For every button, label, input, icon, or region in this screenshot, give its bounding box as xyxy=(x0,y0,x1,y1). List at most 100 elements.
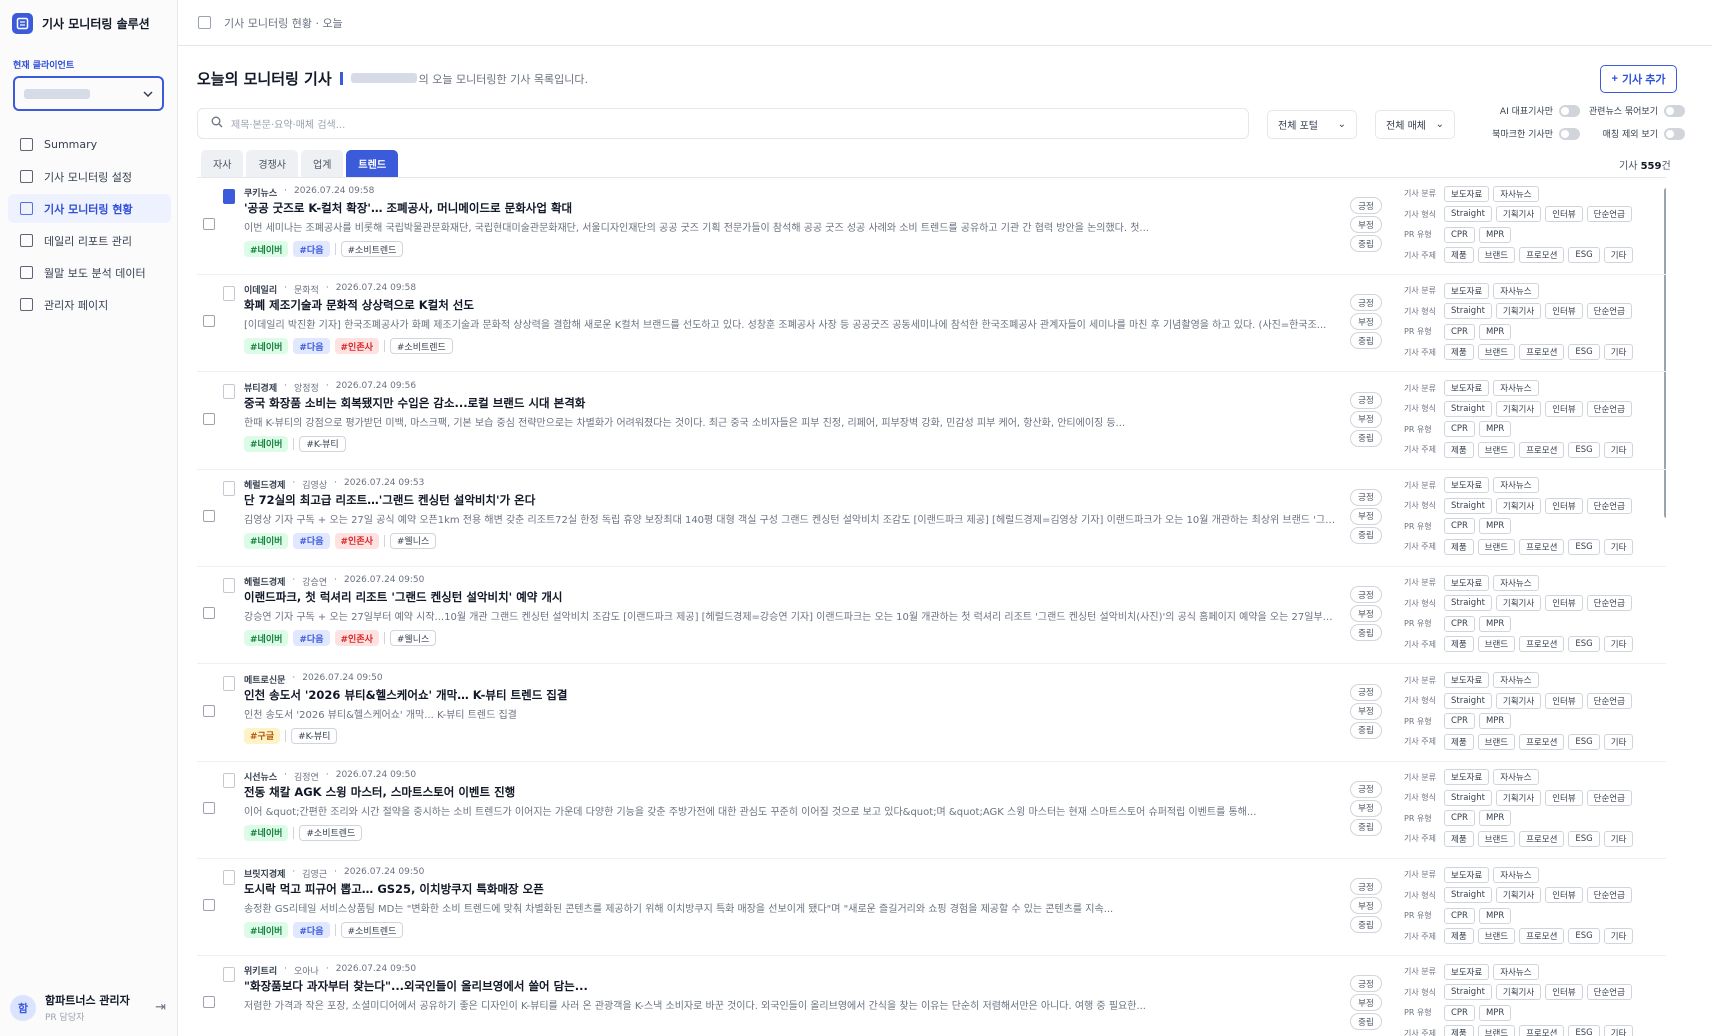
classification-chip[interactable]: 제품 xyxy=(1444,733,1474,750)
toggle-3[interactable]: 매칭 제외 보기 xyxy=(1585,127,1685,140)
classification-chip[interactable]: 인터뷰 xyxy=(1545,595,1583,612)
sentiment-0-button[interactable]: 긍정 xyxy=(1350,683,1382,701)
classification-chip[interactable]: MPR xyxy=(1478,518,1512,535)
classification-chip[interactable]: 기획기사 xyxy=(1495,789,1542,806)
article-title[interactable]: 중국 화장품 소비는 회복됐지만 수입은 감소...로컬 브랜드 시대 본격화 xyxy=(244,395,1314,411)
classification-chip[interactable]: 단순언급 xyxy=(1586,400,1632,417)
article-checkbox[interactable] xyxy=(203,509,215,522)
classification-chip[interactable]: 기획기사 xyxy=(1495,887,1542,904)
sentiment-1-button[interactable]: 부정 xyxy=(1350,216,1382,233)
bookmark-icon[interactable] xyxy=(223,480,235,496)
article-title[interactable]: '공공 굿즈로 K-컬처 확장'… 조폐공사, 머니메이드로 문화사업 확대 xyxy=(244,200,1314,216)
tab-2[interactable]: 업계 xyxy=(301,150,344,177)
classification-chip[interactable]: 인터뷰 xyxy=(1545,887,1583,904)
classification-chip[interactable]: Straight xyxy=(1444,303,1492,320)
sentiment-0-button[interactable]: 긍정 xyxy=(1350,197,1382,214)
classification-chip[interactable]: Straight xyxy=(1444,692,1492,709)
classification-chip[interactable]: CPR xyxy=(1444,421,1475,438)
classification-chip[interactable]: 자사뉴스 xyxy=(1493,574,1539,591)
classification-chip[interactable]: CPR xyxy=(1444,323,1475,340)
classification-chip[interactable]: 기타 xyxy=(1603,830,1634,847)
classification-chip[interactable]: 자사뉴스 xyxy=(1493,672,1539,688)
classification-chip[interactable]: 제품 xyxy=(1444,636,1474,653)
article-title[interactable]: 화폐 제조기술과 문화적 상상력으로 K컬처 선도 xyxy=(244,297,1314,313)
classification-chip[interactable]: 브랜드 xyxy=(1477,1025,1516,1036)
classification-chip[interactable]: 자사뉴스 xyxy=(1493,380,1539,397)
sidebar-item-5[interactable]: 관리자 페이지 xyxy=(8,290,171,319)
article-checkbox[interactable] xyxy=(203,412,215,425)
classification-chip[interactable]: MPR xyxy=(1478,226,1512,243)
classification-chip[interactable]: 자사뉴스 xyxy=(1493,477,1539,494)
logout-icon[interactable]: ⇥ xyxy=(155,1000,166,1015)
classification-chip[interactable]: 기획기사 xyxy=(1495,692,1542,709)
classification-chip[interactable]: 브랜드 xyxy=(1477,247,1516,263)
classification-chip[interactable]: Straight xyxy=(1444,984,1492,1001)
classification-chip[interactable]: Straight xyxy=(1444,595,1492,612)
media-filter-select[interactable]: 전체 매체 ⌄ xyxy=(1375,110,1455,139)
article-checkbox[interactable] xyxy=(203,899,215,912)
classification-chip[interactable]: CPR xyxy=(1444,1004,1475,1021)
classification-chip[interactable]: 기타 xyxy=(1603,538,1634,555)
classification-chip[interactable]: 제품 xyxy=(1444,1025,1474,1036)
classification-chip[interactable]: CPR xyxy=(1444,810,1475,827)
classification-chip[interactable]: 기타 xyxy=(1603,928,1634,945)
classification-chip[interactable]: ESG xyxy=(1568,538,1600,555)
classification-chip[interactable]: 제품 xyxy=(1444,441,1474,458)
classification-chip[interactable]: 제품 xyxy=(1444,247,1474,263)
sentiment-1-button[interactable]: 부정 xyxy=(1350,799,1382,817)
sentiment-1-button[interactable]: 부정 xyxy=(1350,994,1382,1012)
bookmark-icon[interactable] xyxy=(223,675,235,691)
classification-chip[interactable]: Straight xyxy=(1444,497,1492,514)
classification-chip[interactable]: 인터뷰 xyxy=(1545,400,1583,417)
article-checkbox[interactable] xyxy=(203,996,215,1009)
toggle-2[interactable]: 북마크한 기사만 xyxy=(1477,127,1580,140)
classification-chip[interactable]: 보도자료 xyxy=(1444,477,1490,494)
classification-chip[interactable]: 프로모션 xyxy=(1519,344,1565,361)
article-title[interactable]: "화장품보다 과자부터 찾는다"...외국인들이 올리브영에서 쓸어 담는... xyxy=(244,978,1314,994)
classification-chip[interactable]: 보도자료 xyxy=(1444,574,1490,591)
classification-chip[interactable]: MPR xyxy=(1478,615,1512,632)
classification-chip[interactable]: 프로모션 xyxy=(1519,441,1565,458)
classification-chip[interactable]: 단순언급 xyxy=(1586,887,1632,904)
toggle-switch[interactable] xyxy=(1664,104,1685,117)
classification-chip[interactable]: 자사뉴스 xyxy=(1493,282,1539,299)
tab-3[interactable]: 트렌드 xyxy=(346,150,399,177)
classification-chip[interactable]: 기타 xyxy=(1603,636,1634,653)
classification-chip[interactable]: 프로모션 xyxy=(1519,733,1565,750)
article-checkbox[interactable] xyxy=(203,218,215,230)
classification-chip[interactable]: 보도자료 xyxy=(1444,963,1490,980)
classification-chip[interactable]: 프로모션 xyxy=(1519,538,1565,555)
classification-chip[interactable]: CPR xyxy=(1444,907,1475,924)
sidebar-item-3[interactable]: 데일리 리포트 관리 xyxy=(8,226,171,255)
sentiment-1-button[interactable]: 부정 xyxy=(1350,507,1382,525)
sentiment-2-button[interactable]: 중립 xyxy=(1350,1013,1382,1031)
sidebar-item-4[interactable]: 월말 보도 분석 데이터 xyxy=(8,258,171,287)
classification-chip[interactable]: 인터뷰 xyxy=(1545,692,1583,709)
sentiment-2-button[interactable]: 중립 xyxy=(1350,332,1382,350)
toggle-0[interactable]: AI 대표기사만 xyxy=(1477,104,1580,117)
sidebar-item-1[interactable]: 기사 모니터링 설정 xyxy=(8,162,171,191)
client-select[interactable] xyxy=(13,76,164,111)
classification-chip[interactable]: MPR xyxy=(1478,907,1512,924)
classification-chip[interactable]: 인터뷰 xyxy=(1545,789,1583,806)
classification-chip[interactable]: CPR xyxy=(1444,226,1475,243)
classification-chip[interactable]: 단순언급 xyxy=(1586,303,1632,320)
classification-chip[interactable]: 기획기사 xyxy=(1495,400,1542,417)
sentiment-2-button[interactable]: 중립 xyxy=(1350,721,1382,739)
classification-chip[interactable]: 제품 xyxy=(1444,830,1474,847)
bookmark-icon[interactable] xyxy=(223,967,235,983)
bookmark-icon[interactable] xyxy=(223,189,235,204)
bookmark-icon[interactable] xyxy=(223,578,235,594)
app-logo[interactable]: 기사 모니터링 솔루션 xyxy=(12,13,150,34)
toggle-switch[interactable] xyxy=(1559,104,1580,117)
sentiment-2-button[interactable]: 중립 xyxy=(1350,916,1382,934)
sentiment-2-button[interactable]: 중립 xyxy=(1350,526,1382,544)
classification-chip[interactable]: 기획기사 xyxy=(1495,595,1542,612)
article-checkbox[interactable] xyxy=(203,704,215,717)
classification-chip[interactable]: ESG xyxy=(1568,928,1600,945)
sentiment-0-button[interactable]: 긍정 xyxy=(1350,586,1382,604)
classification-chip[interactable]: 인터뷰 xyxy=(1545,497,1583,514)
toggle-switch[interactable] xyxy=(1559,127,1580,140)
sidebar-item-0[interactable]: Summary xyxy=(8,130,171,159)
classification-chip[interactable]: 프로모션 xyxy=(1519,247,1565,263)
